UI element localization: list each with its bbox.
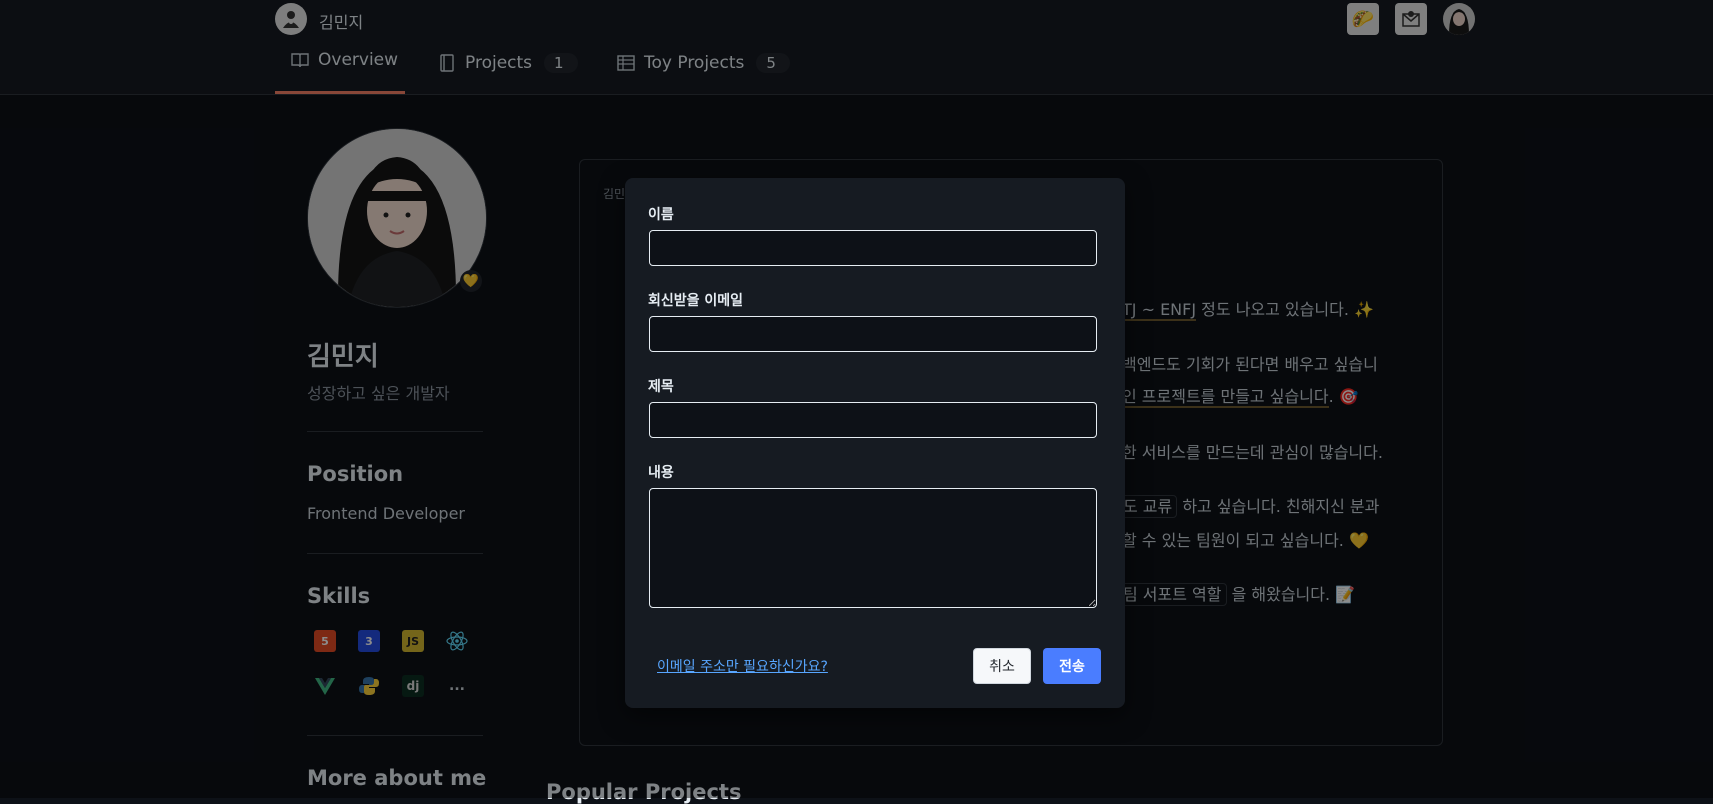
send-button[interactable]: 전송 xyxy=(1043,648,1101,684)
content-textarea[interactable] xyxy=(649,488,1097,608)
email-input[interactable] xyxy=(649,316,1097,352)
subject-input[interactable] xyxy=(649,402,1097,438)
name-input[interactable] xyxy=(649,230,1097,266)
email-label: 회신받을 이메일 xyxy=(648,293,744,309)
content-label: 내용 xyxy=(648,465,674,481)
contact-modal: 이름 회신받을 이메일 제목 내용 이메일 주소만 필요하신가요? 취소 전송 xyxy=(625,178,1125,708)
email-only-link[interactable]: 이메일 주소만 필요하신가요? xyxy=(657,656,828,676)
subject-label: 제목 xyxy=(648,379,674,395)
cancel-button[interactable]: 취소 xyxy=(973,648,1031,684)
name-label: 이름 xyxy=(648,207,674,223)
